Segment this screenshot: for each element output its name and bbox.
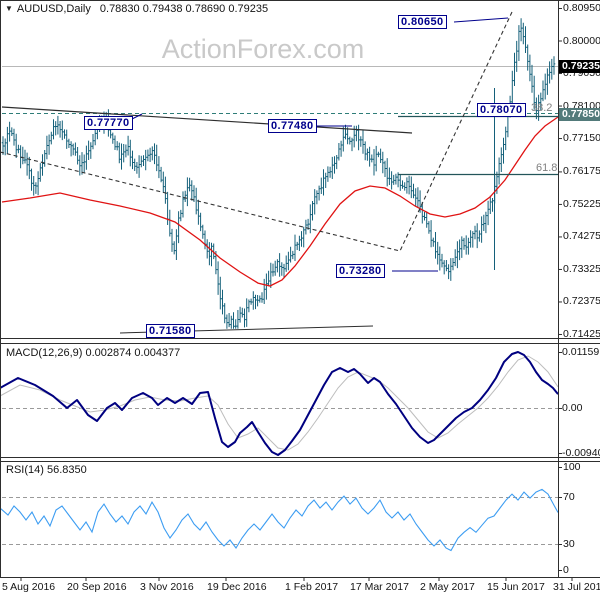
- date-axis-label: 31 Jul 2017: [553, 581, 600, 593]
- price-axis-label: 0.71425: [563, 327, 600, 340]
- date-axis-label: 15 Jun 2017: [487, 581, 545, 593]
- date-axis-label: 2 May 2017: [420, 581, 475, 593]
- macd-axis-label: -0.009408: [562, 447, 600, 459]
- date-axis-label: 19 Dec 2016: [207, 581, 267, 593]
- rsi-axis-label: 30: [563, 538, 575, 550]
- price-axis-label: 0.77150: [563, 132, 600, 145]
- date-axis-label: 1 Feb 2017: [285, 581, 339, 593]
- price-axis-label: 0.73325: [563, 262, 600, 275]
- date-axis-label: 20 Sep 2016: [67, 581, 127, 593]
- trading-chart-window: ActionForex.com ▼ AUDUSD,Daily 0.78830 0.7…: [0, 0, 600, 600]
- date-axis-label: 3 Nov 2016: [140, 581, 194, 593]
- price-axis-label: 0.72375: [563, 295, 600, 308]
- rsi-axis-label: 0: [563, 564, 569, 576]
- macd-axis-label: 0.01159: [562, 346, 600, 358]
- price-axis-label: 0.80950: [563, 2, 600, 14]
- price-axis-label: 0.74275: [563, 230, 600, 243]
- date-axis-label: 17 Mar 2017: [350, 581, 409, 593]
- price-axis-label: 0.76175: [563, 165, 600, 178]
- rsi-axis-label: 100: [563, 461, 581, 473]
- alert-price-badge: 0.77850: [559, 107, 600, 121]
- date-axis-label: 5 Aug 2016: [2, 581, 56, 593]
- price-axis-label: 0.80000: [563, 34, 600, 47]
- macd-panel[interactable]: [2, 344, 558, 457]
- price-axis-label: 0.75225: [563, 197, 600, 210]
- main-chart-panel[interactable]: [2, 3, 558, 338]
- current-price-badge: 0.79235: [559, 60, 600, 74]
- rsi-panel[interactable]: [2, 461, 558, 577]
- rsi-axis-label: 70: [563, 491, 575, 503]
- macd-axis-label: 0.00: [562, 402, 583, 414]
